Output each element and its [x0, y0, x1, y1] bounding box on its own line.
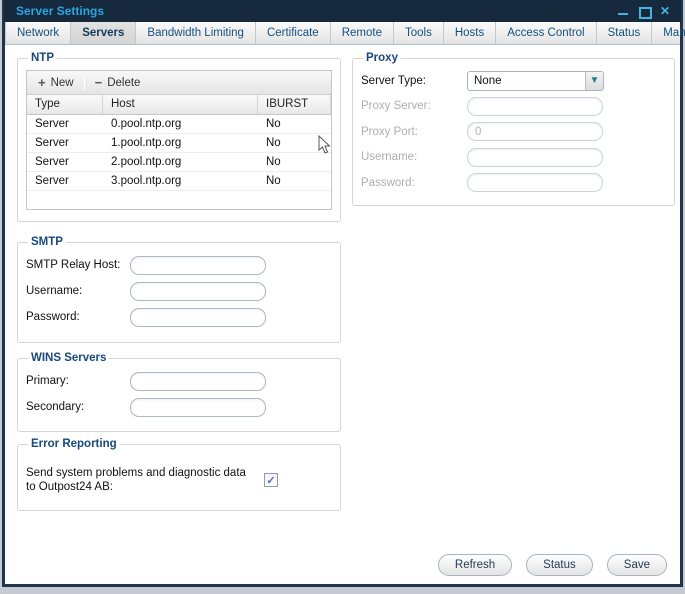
servers-tab-panel: NTP + New − Delete Type Host IBUR [5, 45, 680, 584]
cell-iburst: No [258, 172, 331, 190]
delete-button-label: Delete [107, 77, 140, 89]
smtp-legend: SMTP [28, 236, 66, 248]
cell-iburst: No [258, 153, 331, 171]
cell-host: 1.pool.ntp.org [103, 134, 258, 152]
error-reporting-checkbox-label: Send system problems and diagnostic data… [26, 466, 254, 495]
error-reporting-section: Error Reporting Send system problems and… [17, 438, 341, 511]
tab-bandwidth-limiting[interactable]: Bandwidth Limiting [136, 22, 256, 44]
status-button[interactable]: Status [526, 554, 593, 576]
tab-hosts[interactable]: Hosts [444, 22, 496, 44]
error-reporting-legend: Error Reporting [28, 438, 120, 450]
wins-secondary-label: Secondary: [26, 401, 130, 413]
proxy-port-field [467, 122, 603, 141]
cell-type: Server [27, 134, 103, 152]
refresh-button[interactable]: Refresh [438, 554, 512, 576]
smtp-section: SMTP SMTP Relay Host: Username: Password… [17, 236, 341, 343]
server-type-label: Server Type: [361, 75, 465, 87]
column-header-iburst[interactable]: IBURST [258, 95, 331, 114]
plus-icon: + [38, 77, 46, 88]
tab-bar: Network Servers Bandwidth Limiting Certi… [5, 22, 680, 45]
ntp-section: NTP + New − Delete Type Host IBUR [17, 52, 341, 222]
close-icon[interactable]: ✕ [659, 5, 671, 17]
delete-button[interactable]: − Delete [88, 75, 148, 91]
tab-access-control[interactable]: Access Control [496, 22, 596, 44]
cell-iburst: No [258, 134, 331, 152]
proxy-port-label: Proxy Port: [361, 126, 465, 138]
table-row[interactable]: Server 0.pool.ntp.org No [27, 115, 331, 134]
cell-host: 0.pool.ntp.org [103, 115, 258, 133]
footer-button-bar: Refresh Status Save [438, 554, 667, 576]
table-row[interactable]: Server 3.pool.ntp.org No [27, 172, 331, 191]
wins-secondary-row: Secondary: [26, 394, 332, 420]
smtp-password-label: Password: [26, 311, 130, 323]
maximize-icon[interactable] [638, 5, 650, 17]
window-title: Server Settings [16, 4, 104, 18]
proxy-server-row: Proxy Server: [361, 94, 666, 120]
column-header-type[interactable]: Type [27, 95, 103, 114]
table-row[interactable]: Server 1.pool.ntp.org No [27, 134, 331, 153]
smtp-username-label: Username: [26, 285, 130, 297]
smtp-password-field[interactable] [130, 308, 266, 327]
check-icon: ✓ [266, 474, 275, 487]
tab-servers[interactable]: Servers [71, 22, 136, 44]
ntp-table-header: Type Host IBURST [27, 95, 331, 115]
toolbar-separator [84, 76, 85, 90]
error-reporting-checkbox[interactable]: ✓ [264, 473, 278, 487]
server-type-row: Server Type: None ▼ [361, 68, 666, 94]
proxy-username-row: Username: [361, 145, 666, 171]
tab-remote[interactable]: Remote [331, 22, 394, 44]
smtp-username-row: Username: [26, 278, 332, 304]
wins-primary-label: Primary: [26, 375, 130, 387]
proxy-password-row: Password: [361, 170, 666, 196]
proxy-username-label: Username: [361, 151, 465, 163]
tab-certificate[interactable]: Certificate [256, 22, 331, 44]
wins-primary-row: Primary: [26, 368, 332, 394]
proxy-server-field [467, 97, 603, 116]
wins-secondary-field[interactable] [130, 398, 266, 417]
smtp-username-field[interactable] [130, 282, 266, 301]
tab-network[interactable]: Network [5, 22, 71, 44]
ntp-legend: NTP [28, 52, 57, 64]
cell-type: Server [27, 172, 103, 190]
server-type-select[interactable]: None ▼ [467, 71, 604, 91]
cell-type: Server [27, 153, 103, 171]
cell-host: 2.pool.ntp.org [103, 153, 258, 171]
new-button[interactable]: + New [31, 75, 81, 91]
chevron-down-icon[interactable]: ▼ [585, 72, 603, 90]
window-controls: ✕ [617, 5, 671, 17]
proxy-password-field [467, 173, 603, 192]
new-button-label: New [51, 77, 74, 89]
tab-management[interactable]: Management [652, 22, 685, 44]
server-type-value: None [468, 72, 585, 90]
wins-primary-field[interactable] [130, 372, 266, 391]
wins-section: WINS Servers Primary: Secondary: [17, 352, 341, 432]
ntp-toolbar: + New − Delete [27, 71, 331, 95]
proxy-section: Proxy Server Type: None ▼ Proxy Server: … [352, 52, 675, 206]
proxy-server-label: Proxy Server: [361, 100, 465, 112]
server-settings-dialog: Server Settings ✕ Network Servers Bandwi… [2, 0, 683, 587]
proxy-port-row: Proxy Port: [361, 119, 666, 145]
title-bar: Server Settings ✕ [4, 0, 681, 22]
table-row[interactable]: Server 2.pool.ntp.org No [27, 153, 331, 172]
proxy-username-field [467, 148, 603, 167]
cell-type: Server [27, 115, 103, 133]
smtp-relay-host-row: SMTP Relay Host: [26, 252, 332, 278]
cell-iburst: No [258, 115, 331, 133]
wins-legend: WINS Servers [28, 352, 109, 364]
ntp-grid: + New − Delete Type Host IBURST Server [26, 70, 332, 210]
tab-status[interactable]: Status [597, 22, 653, 44]
save-button[interactable]: Save [607, 554, 667, 576]
smtp-relay-host-label: SMTP Relay Host: [26, 259, 130, 271]
smtp-relay-host-field[interactable] [130, 256, 266, 275]
tab-tools[interactable]: Tools [394, 22, 444, 44]
proxy-password-label: Password: [361, 177, 465, 189]
column-header-host[interactable]: Host [103, 95, 258, 114]
smtp-password-row: Password: [26, 304, 332, 330]
proxy-legend: Proxy [363, 52, 401, 64]
minimize-icon[interactable] [617, 5, 629, 17]
cell-host: 3.pool.ntp.org [103, 172, 258, 190]
minus-icon: − [95, 77, 103, 88]
